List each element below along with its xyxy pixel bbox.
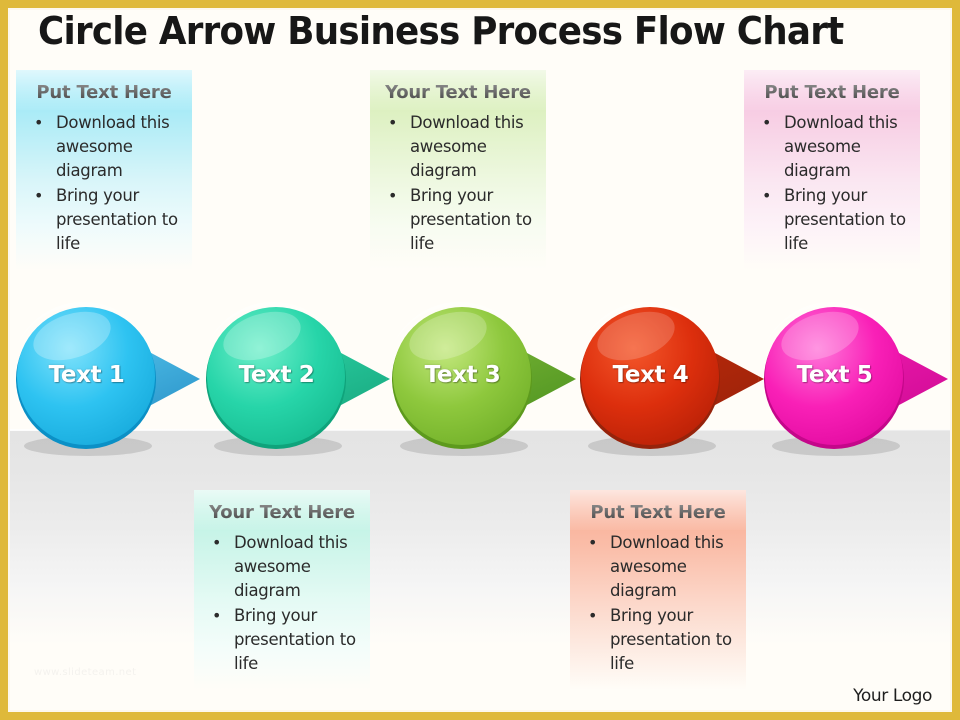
callout-1-bullet-1-text: Download this awesome diagram bbox=[56, 113, 170, 181]
bullet-icon: • bbox=[588, 533, 598, 552]
list-item: • Bring your presentation to life bbox=[374, 184, 540, 257]
bullet-icon: • bbox=[588, 605, 598, 625]
process-step-3-shape bbox=[385, 301, 576, 456]
page-title: Circle Arrow Business Process Flow Chart bbox=[38, 9, 844, 53]
process-step-5-shape bbox=[757, 301, 948, 456]
callout-1-bullet-list: • Download this awesome diagram • Bring yo… bbox=[16, 111, 192, 256]
callout-5-bullet-1-text: Download this awesome diagram bbox=[784, 113, 898, 181]
callout-1-heading: Put Text Here bbox=[36, 82, 172, 103]
process-flow-row: Text 1 Text 2 Text 3 Text 4 Text 5 bbox=[0, 300, 960, 460]
callout-1-bullet-2-text: Bring your presentation to life bbox=[56, 185, 178, 254]
slide-canvas: Circle Arrow Business Process Flow Chart… bbox=[0, 0, 960, 720]
process-step-4-shape bbox=[573, 301, 764, 456]
process-step-4[interactable]: Text 4 bbox=[573, 300, 778, 460]
callout-box-1[interactable]: Put Text Here • Download this awesome dia… bbox=[16, 70, 192, 270]
site-watermark: www.slideteam.net bbox=[34, 667, 137, 678]
process-step-2-shape bbox=[199, 301, 390, 456]
process-step-1-shape bbox=[9, 301, 200, 456]
bullet-icon: • bbox=[212, 605, 222, 625]
list-item: • Download this awesome diagram bbox=[574, 531, 740, 604]
list-item: • Download this awesome diagram bbox=[20, 111, 186, 184]
callout-4-bullet-1-text: Download this awesome diagram bbox=[610, 533, 724, 601]
callout-2-bullet-1-text: Download this awesome diagram bbox=[234, 533, 348, 601]
callout-4-bullet-2-text: Bring your presentation to life bbox=[610, 605, 732, 674]
callout-box-5[interactable]: Put Text Here • Download this awesome dia… bbox=[744, 70, 920, 270]
bullet-icon: • bbox=[762, 113, 772, 132]
process-step-2[interactable]: Text 2 bbox=[199, 300, 404, 460]
list-item: • Download this awesome diagram bbox=[374, 111, 540, 184]
bullet-icon: • bbox=[388, 113, 398, 132]
callout-2-heading: Your Text Here bbox=[209, 502, 355, 523]
floor-gradient bbox=[10, 430, 950, 645]
callout-3-bullet-1-text: Download this awesome diagram bbox=[410, 113, 524, 181]
callout-3-bullet-2-text: Bring your presentation to life bbox=[410, 185, 532, 254]
callout-2-bullet-list: • Download this awesome diagram • Bring yo… bbox=[194, 531, 370, 676]
callout-4-heading: Put Text Here bbox=[590, 502, 726, 523]
callout-4-bullet-list: • Download this awesome diagram • Bring yo… bbox=[570, 531, 746, 676]
callout-box-4[interactable]: Put Text Here • Download this awesome dia… bbox=[570, 490, 746, 690]
callout-3-bullet-list: • Download this awesome diagram • Bring yo… bbox=[370, 111, 546, 256]
process-step-5[interactable]: Text 5 bbox=[757, 300, 960, 460]
list-item: • Bring your presentation to life bbox=[198, 604, 364, 677]
list-item: • Download this awesome diagram bbox=[198, 531, 364, 604]
bullet-icon: • bbox=[388, 185, 398, 205]
bullet-icon: • bbox=[762, 185, 772, 205]
callout-3-heading: Your Text Here bbox=[385, 82, 531, 103]
process-step-3[interactable]: Text 3 bbox=[385, 300, 590, 460]
callout-2-bullet-2-text: Bring your presentation to life bbox=[234, 605, 356, 674]
bullet-icon: • bbox=[34, 185, 44, 205]
callout-5-heading: Put Text Here bbox=[764, 82, 900, 103]
bullet-icon: • bbox=[212, 533, 222, 552]
list-item: • Bring your presentation to life bbox=[574, 604, 740, 677]
list-item: • Bring your presentation to life bbox=[748, 184, 914, 257]
callout-box-3[interactable]: Your Text Here • Download this awesome di… bbox=[370, 70, 546, 270]
callout-box-2[interactable]: Your Text Here • Download this awesome di… bbox=[194, 490, 370, 690]
process-step-1[interactable]: Text 1 bbox=[9, 300, 214, 460]
callout-5-bullet-2-text: Bring your presentation to life bbox=[784, 185, 906, 254]
footer-logo-placeholder: Your Logo bbox=[853, 686, 932, 706]
callout-5-bullet-list: • Download this awesome diagram • Bring yo… bbox=[744, 111, 920, 256]
list-item: • Download this awesome diagram bbox=[748, 111, 914, 184]
bullet-icon: • bbox=[34, 113, 44, 132]
list-item: • Bring your presentation to life bbox=[20, 184, 186, 257]
